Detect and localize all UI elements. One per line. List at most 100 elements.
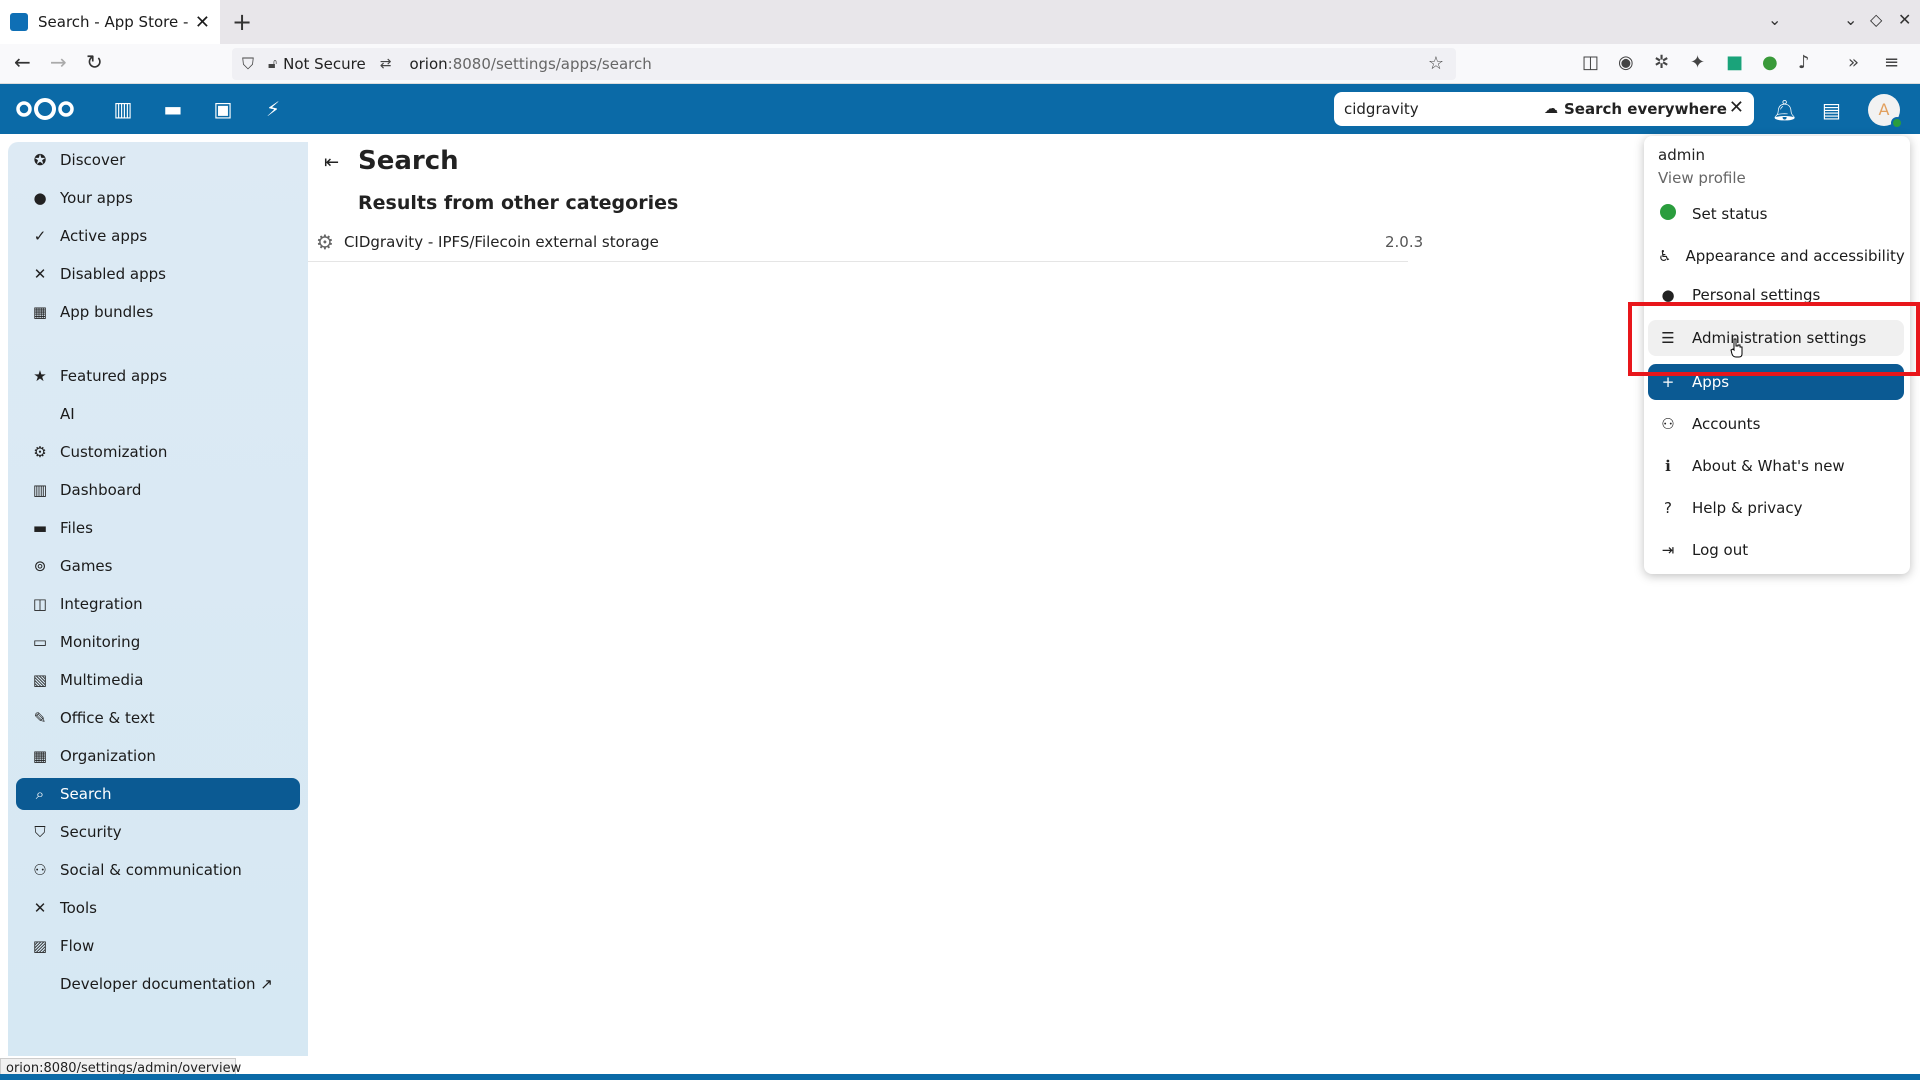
document-edit-icon: ✎ [33,709,47,727]
organization-icon: ▦ [32,747,48,765]
browser-tab[interactable]: Search - App Store - Nextcl ✕ [0,0,220,44]
sidebar-item-multimedia[interactable]: ▧ Multimedia [16,664,300,696]
menu-item-set-status[interactable]: Set status [1648,196,1904,232]
activity-app-icon[interactable]: ⚡︎ [260,96,286,122]
app-name[interactable]: CIDgravity - IPFS/Filecoin external stor… [344,233,659,251]
check-icon: ✓ [33,227,47,245]
maximize-icon[interactable]: ◇ [1870,10,1882,29]
url-host: orion [409,55,448,73]
sidebar-item-developer-docs[interactable]: Developer documentation ↗ [16,968,300,1000]
people-icon: ⚇ [33,861,47,879]
gamepad-icon: ⊚ [33,557,47,575]
sidebar-item-your-apps[interactable]: ● Your apps [16,182,300,214]
sidebar-item-security[interactable]: ⛉ Security [16,816,300,848]
permissions-icon[interactable]: ⇄ [380,56,392,72]
sidebar-item-active-apps[interactable]: ✓ Active apps [16,220,300,252]
dashboard-app-icon[interactable]: ▥ [110,96,136,122]
sidebar-item-featured-apps[interactable]: ★ Featured apps [16,360,300,392]
new-tab-button[interactable]: + [232,8,252,36]
sidebar-item-discover[interactable]: ✪ Discover [16,144,300,176]
hand-cursor-icon [1730,338,1743,358]
sidebar-item-disabled-apps[interactable]: ✕ Disabled apps [16,258,300,290]
status-dot-icon [1658,204,1678,224]
sidebar-item-flow[interactable]: ▨ Flow [16,930,300,962]
url-bar[interactable]: ⛉ 🔓︎ Not Secure ⇄ orion:8080/settings/ap… [232,48,1456,80]
nextcloud-favicon-icon [10,13,28,31]
menu-item-about[interactable]: ℹ About & What's new [1648,448,1904,484]
app-navigation-sidebar: ✪ Discover ● Your apps ✓ Active apps ✕ Disab… [8,142,308,1056]
table-row[interactable]: ⚙ CIDgravity - IPFS/Filecoin external st… [308,222,1423,262]
menu-item-log-out[interactable]: ⇥ Log out [1648,532,1904,568]
clear-search-icon[interactable]: ✕ [1729,97,1744,118]
photos-app-icon[interactable]: ▣ [210,96,236,122]
pocket-icon[interactable]: ◫ [1582,52,1599,73]
tab-title: Search - App Store - Nextcl [38,13,189,31]
notifications-icon[interactable]: 🔔︎ [1772,98,1797,122]
sidebar-item-games[interactable]: ⊚ Games [16,550,300,582]
shield-icon: ⛉ [34,823,46,841]
sidebar-item-app-bundles[interactable]: ▦ App bundles [16,296,300,328]
music-icon[interactable]: ♪ [1798,52,1810,73]
contacts-icon[interactable]: ▤ [1822,98,1841,122]
monitor-icon: ▭ [32,633,48,651]
not-secure-label: Not Secure [283,55,366,73]
files-app-icon[interactable]: ▬ [160,96,186,122]
flow-icon: ▨ [32,937,48,955]
menu-item-appearance[interactable]: ♿︎ Appearance and accessibility [1648,238,1905,274]
bookmark-star-icon[interactable]: ☆ [1428,53,1444,74]
help-icon: ? [1664,499,1672,517]
sidebar-item-files[interactable]: ▬ Files [16,512,300,544]
addon-leaf-icon[interactable]: ● [1762,52,1778,73]
minimize-icon[interactable]: ⌄ [1844,10,1857,29]
reload-icon[interactable]: ↻ [86,50,103,74]
folder-icon: ▬ [32,519,48,537]
nextcloud-header: ▥ ▬ ▣ ⚡︎ ☁︎ Search everywhere ✕ 🔔︎ ▤ A [0,84,1920,134]
addon-green-icon[interactable]: ■ [1726,52,1743,73]
sidebar-item-tools[interactable]: ✕ Tools [16,892,300,924]
avatar[interactable]: A [1868,94,1903,129]
account-icon[interactable]: ◉ [1618,52,1634,73]
sidebar-item-dashboard[interactable]: ▥ Dashboard [16,474,300,506]
search-everywhere-button[interactable]: Search everywhere [1564,100,1727,118]
nextcloud-logo-icon[interactable] [14,96,76,122]
sidebar-item-customization[interactable]: ⚙ Customization [16,436,300,468]
menu-item-accounts[interactable]: ⚇ Accounts [1648,406,1904,442]
url-path: :8080/settings/apps/search [447,55,652,73]
page-title: Search [358,146,459,176]
window-close-icon[interactable]: ✕ [1898,10,1911,29]
search-input[interactable] [1344,100,1534,118]
sidebar-item-integration[interactable]: ◫ Integration [16,588,300,620]
menu-item-help-privacy[interactable]: ? Help & privacy [1648,490,1904,526]
forward-icon[interactable]: → [50,50,67,74]
sidebar-item-office-text[interactable]: ✎ Office & text [16,702,300,734]
sidebar-item-social-communication[interactable]: ⚇ Social & communication [16,854,300,886]
sidebar-item-organization[interactable]: ▦ Organization [16,740,300,772]
person-icon: ● [33,189,47,207]
unified-search[interactable]: ☁︎ Search everywhere ✕ [1334,92,1754,126]
tab-close-icon[interactable]: ✕ [195,12,210,33]
close-icon: ✕ [33,265,47,283]
view-profile-link[interactable]: View profile [1658,169,1746,187]
addon-icon[interactable]: ✦ [1690,52,1705,73]
overflow-icon[interactable]: » [1848,52,1859,73]
extensions-icon[interactable]: ✲ [1654,52,1669,73]
sidebar-item-ai[interactable]: AI [16,398,300,430]
logout-icon: ⇥ [1661,541,1675,559]
sidebar-item-search[interactable]: ⌕ Search [16,778,300,810]
insecure-lock-icon[interactable]: 🔓︎ [268,56,277,72]
accessibility-icon: ♿︎ [1658,247,1672,265]
sidebar-item-monitoring[interactable]: ▭ Monitoring [16,626,300,658]
compass-icon: ✪ [33,151,47,169]
app-version: 2.0.3 [1385,232,1424,251]
url-text[interactable]: orion:8080/settings/apps/search [409,55,651,73]
toggle-navigation-icon[interactable]: ⇤ [324,152,339,173]
tab-list-icon[interactable]: ⌄ [1768,10,1781,29]
hamburger-menu-icon[interactable]: ≡ [1884,52,1899,73]
browser-nav-bar: ← → ↻ ⛉ 🔓︎ Not Secure ⇄ orion:8080/setti… [0,44,1920,84]
tracking-shield-icon[interactable]: ⛉ [242,54,254,74]
online-status-dot [1891,117,1903,129]
back-icon[interactable]: ← [14,50,31,74]
menu-username[interactable]: admin [1658,146,1705,164]
search-icon: ⌕ [35,785,45,803]
bottom-strip [0,1074,1920,1080]
